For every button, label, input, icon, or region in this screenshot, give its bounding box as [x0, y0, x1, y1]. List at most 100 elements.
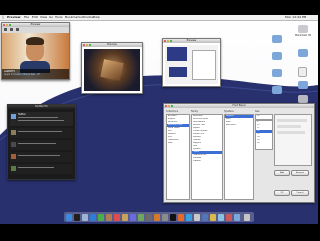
zoom-icon[interactable] [170, 40, 172, 42]
minimize-icon[interactable] [168, 105, 170, 107]
apple-menu-icon[interactable]:  [2, 15, 4, 20]
chat-window[interactable]: Twitterrific Twitter [7, 104, 76, 180]
trash-icon[interactable] [244, 214, 250, 221]
preview-row [277, 119, 307, 122]
terminal-icon[interactable] [170, 214, 176, 221]
window-titlebar[interactable]: Preview [163, 39, 220, 43]
video-window[interactable]: Preview AskBillTV Apple Innovation Meme … [1, 22, 70, 80]
chat-row[interactable] [10, 128, 73, 138]
disk-icon[interactable] [298, 95, 308, 103]
zoom-icon[interactable] [9, 24, 11, 26]
menu-bookmarks[interactable]: Bookmarks [65, 15, 82, 20]
toolbar-button-icon[interactable] [16, 28, 19, 31]
toolbar-button-icon[interactable] [10, 28, 13, 31]
toolbar-button-icon[interactable] [4, 28, 7, 31]
window-titlebar[interactable]: Font Panel [164, 104, 314, 108]
menu-file[interactable]: File [24, 15, 29, 20]
dashboard-icon[interactable] [74, 214, 80, 221]
column-header: Typeface [224, 110, 234, 113]
add-button[interactable]: Add [274, 170, 290, 176]
close-icon[interactable] [83, 44, 85, 46]
address-book-icon[interactable] [106, 214, 112, 221]
garageband-icon[interactable] [154, 214, 160, 221]
list-item[interactable]: Web [167, 142, 189, 145]
app-icon[interactable] [210, 214, 216, 221]
minimize-icon[interactable] [86, 44, 88, 46]
system-preferences-icon[interactable] [162, 214, 168, 221]
photo-window[interactable]: Preview [81, 42, 143, 94]
menu-view[interactable]: View [40, 15, 47, 20]
app-icon[interactable] [226, 214, 232, 221]
dock [64, 212, 254, 222]
itunes-icon[interactable] [130, 214, 136, 221]
window-titlebar[interactable]: Preview [82, 43, 142, 47]
imovie-icon[interactable] [146, 214, 152, 221]
preview-panel [274, 114, 312, 166]
safari-icon[interactable] [90, 214, 96, 221]
close-icon[interactable] [3, 24, 5, 26]
folder-icon[interactable] [272, 52, 282, 60]
desktop-icon-label[interactable]: Macintosh HD [295, 34, 311, 37]
preview-icon[interactable] [122, 214, 128, 221]
close-icon[interactable] [164, 40, 166, 42]
chat-row[interactable]: Twitter [10, 112, 73, 126]
folder-icon[interactable] [272, 86, 282, 94]
window-titlebar[interactable]: Twitterrific [8, 105, 75, 109]
folder-icon[interactable] [272, 69, 282, 77]
app-icon[interactable] [194, 214, 200, 221]
chat-row[interactable] [10, 152, 73, 162]
ok-button[interactable]: OK [274, 190, 290, 196]
ichat-icon[interactable] [98, 214, 104, 221]
menu-go[interactable]: Go [49, 15, 53, 20]
avatar [11, 142, 16, 147]
screenshot-window[interactable]: Preview [162, 38, 221, 87]
chat-row[interactable] [10, 140, 73, 150]
skype-icon[interactable] [186, 214, 192, 221]
list-item[interactable]: Bold Italic [225, 124, 253, 127]
column-header: Collections [166, 110, 178, 113]
avatar [11, 130, 16, 135]
iphoto-icon[interactable] [138, 214, 144, 221]
zoom-icon[interactable] [171, 105, 173, 107]
menu-edit[interactable]: Edit [32, 15, 38, 20]
menu-clock[interactable]: Mon 12:44 PM [285, 15, 306, 20]
screenshot-content [165, 45, 218, 84]
downloads-stack-icon[interactable] [234, 214, 240, 221]
folder-icon[interactable] [298, 49, 308, 57]
app-icon[interactable] [218, 214, 224, 221]
cancel-button[interactable]: Cancel [291, 190, 309, 196]
minimize-icon[interactable] [6, 24, 8, 26]
remove-button[interactable]: Remove [291, 170, 309, 176]
firefox-icon[interactable] [178, 214, 184, 221]
chat-message-placeholder [18, 155, 60, 156]
screenshot-blue-area [169, 67, 187, 77]
folder-icon[interactable] [298, 81, 308, 89]
list-item[interactable]: Zapfino [192, 160, 222, 163]
video-frame: AskBillTV Apple Innovation Meme Test - A… [2, 33, 69, 79]
menu-tools[interactable]: Tools [55, 15, 62, 20]
mail-icon[interactable] [82, 214, 88, 221]
window-title: Font Panel [232, 104, 246, 107]
menu-help[interactable]: Help [93, 15, 100, 20]
size-value[interactable]: 12 [256, 115, 272, 118]
app-icon[interactable] [202, 214, 208, 221]
menu-app-name[interactable]: Preview [7, 15, 21, 20]
font-panel-window[interactable]: Font Panel Collections All Fonts English… [163, 103, 315, 203]
window-title: Twitterrific [34, 105, 48, 108]
typeface-list[interactable]: Regular Italic Bold Bold Italic [224, 114, 254, 200]
chat-row[interactable] [10, 164, 73, 174]
document-icon[interactable] [298, 67, 307, 77]
zoom-icon[interactable] [89, 44, 91, 46]
window-title: Preview [107, 43, 117, 46]
minimize-icon[interactable] [167, 40, 169, 42]
avatar [11, 166, 16, 171]
size-list[interactable]: 9 10 11 12 13 14 18 24 [255, 120, 273, 150]
folder-icon[interactable] [272, 35, 282, 43]
list-item[interactable]: 24 [256, 142, 272, 145]
hard-drive-icon[interactable] [298, 25, 308, 33]
ical-icon[interactable] [114, 214, 120, 221]
family-list[interactable]: Helvetica Helvetica Neue Herculanum Hoef… [191, 114, 223, 200]
collections-list[interactable]: All Fonts English Favorites Recently Use… [166, 114, 190, 200]
close-icon[interactable] [165, 105, 167, 107]
finder-icon[interactable] [66, 214, 72, 221]
